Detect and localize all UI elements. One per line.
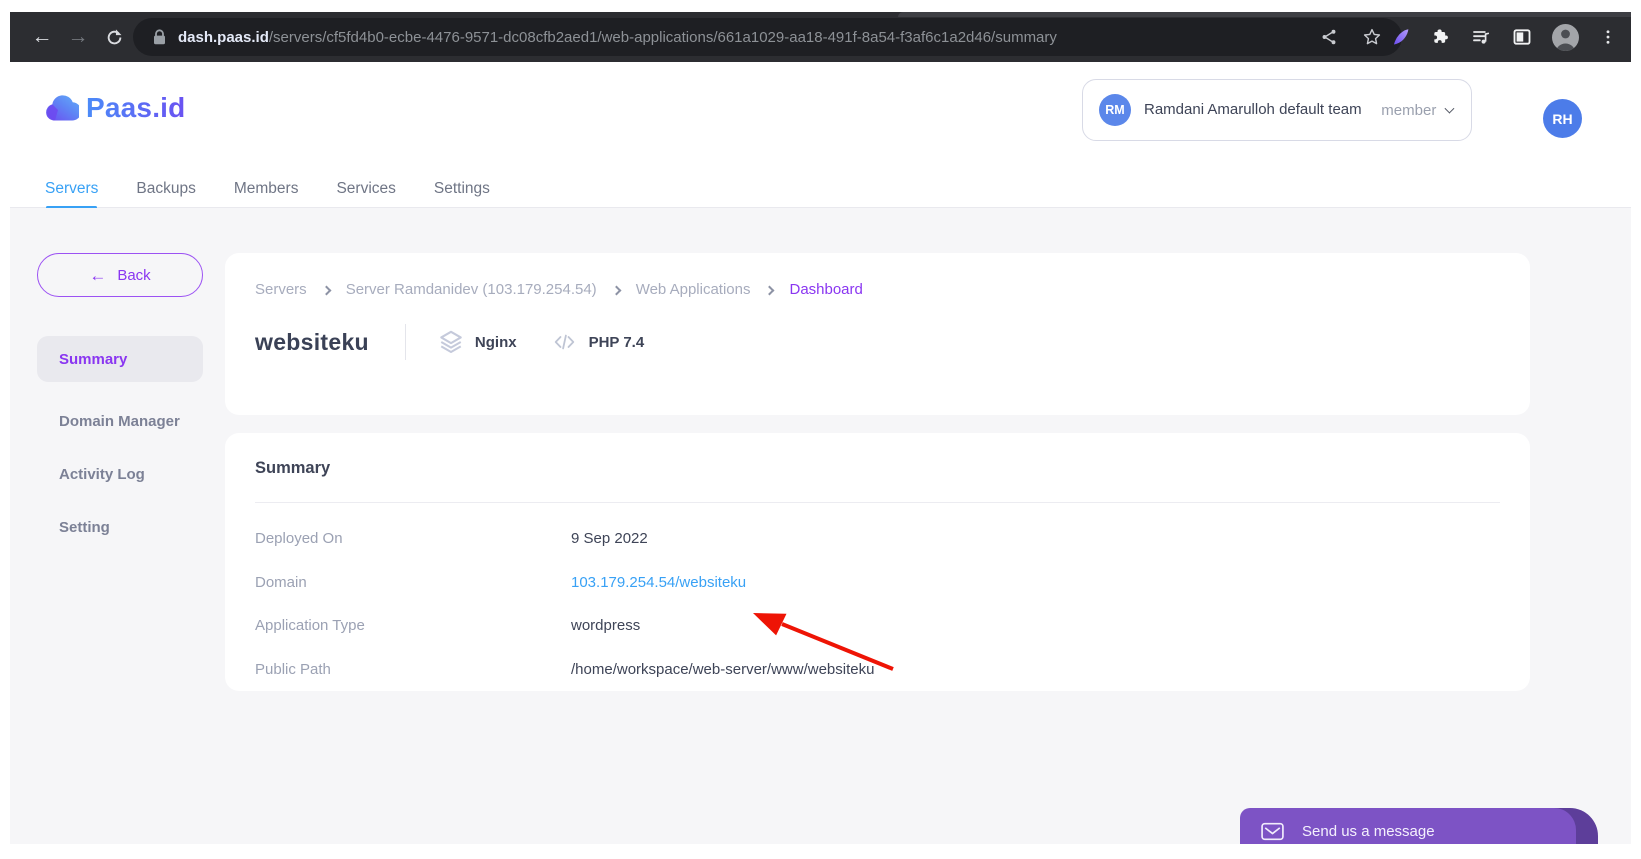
chat-bubble[interactable]: Send us a message [1240,808,1576,844]
row-label: Deployed On [255,530,343,548]
primary-nav-tabs: Servers Backups Members Services Setting… [10,170,1631,209]
web-server-badge: Nginx [438,329,517,355]
browser-profile-avatar[interactable] [1552,23,1579,51]
breadcrumb-web-applications[interactable]: Web Applications [636,281,751,298]
url-host: dash.paas.id [178,28,269,46]
team-role: member [1381,101,1437,119]
sidebar-item-domain-manager[interactable]: Domain Manager [37,398,203,444]
lock-icon [154,29,165,45]
media-controls-icon[interactable] [1471,27,1492,47]
browser-toolbar: ← → dash.paas.id/servers/cf5fd4b0-ecbe-4… [10,12,1631,62]
web-server-label: Nginx [474,333,517,351]
tab-backups[interactable]: Backups [136,170,195,208]
team-selector[interactable]: RM Ramdani Amarulloh default team member [1082,79,1472,141]
address-bar[interactable]: dash.paas.id/servers/cf5fd4b0-ecbe-4476-… [133,18,1402,56]
page-title: websiteku [255,328,369,355]
code-icon [554,334,574,350]
summary-row-public-path: Public Path /home/workspace/web-server/w… [255,648,1500,692]
deployed-on-value: 9 Sep 2022 [571,530,648,548]
bookmark-star-icon[interactable] [1362,27,1382,47]
runtime-badge: PHP 7.4 [551,330,645,354]
back-arrow-icon: ← [89,265,107,285]
sidebar-item-summary[interactable]: Summary [37,336,203,382]
chevron-right-icon [765,285,775,295]
envelope-icon [1261,822,1284,840]
public-path-value: /home/workspace/web-server/www/websiteku [571,660,875,678]
chat-widget[interactable]: Send us a message [1240,808,1598,844]
tab-members[interactable]: Members [234,170,299,208]
domain-link[interactable]: 103.179.254.54/websiteku [571,574,746,591]
row-label: Domain [255,573,307,591]
cloud-logo-icon [46,95,79,121]
sidebar-item-activity-log[interactable]: Activity Log [37,451,203,497]
screenshot-root: { "colors": { "accent_purple": "#8a36f1"… [0,0,1641,859]
browser-menu-kebab-icon[interactable] [1599,27,1617,47]
extensions-puzzle-icon[interactable] [1431,27,1451,47]
row-label: Application Type [255,617,365,635]
layers-icon [440,330,462,353]
summary-row-application-type: Application Type wordpress [255,604,1500,648]
paas-dashboard-page: Paas.id RM Ramdani Amarulloh default tea… [10,62,1631,844]
summary-heading: Summary [255,459,331,477]
chat-label: Send us a message [1302,822,1435,840]
breadcrumb-server-name[interactable]: Server Ramdanidev (103.179.254.54) [346,281,597,298]
runtime-label: PHP 7.4 [588,333,645,351]
summary-card: Summary Deployed On 9 Sep 2022 Domain 10… [225,433,1530,691]
chevron-right-icon [611,285,622,295]
main-content: ← Back Summary Domain Manager Activity L… [10,208,1631,844]
browser-back-icon[interactable]: ← [24,19,60,55]
app-header-card: Servers Server Ramdanidev (103.179.254.5… [225,253,1530,415]
sidebar-item-setting[interactable]: Setting [37,504,203,550]
summary-divider [255,502,1500,503]
browser-forward-icon[interactable]: → [60,19,96,55]
chevron-down-icon [1444,103,1455,114]
browser-reload-icon[interactable] [96,19,132,55]
tab-services[interactable]: Services [336,170,395,208]
breadcrumb-servers[interactable]: Servers [255,281,307,298]
url-path: /servers/cf5fd4b0-ecbe-4476-9571-dc08cfb… [268,28,1057,46]
feather-extension-icon[interactable] [1390,27,1411,48]
url-text: dash.paas.id/servers/cf5fd4b0-ecbe-4476-… [178,29,1306,46]
user-avatar[interactable]: RH [1543,99,1582,138]
reload-icon [107,28,121,44]
team-avatar: RM [1099,94,1131,126]
summary-row-deployed-on: Deployed On 9 Sep 2022 [255,517,1500,561]
omnibox-actions [1320,27,1382,47]
breadcrumb-dashboard: Dashboard [789,281,863,298]
back-button[interactable]: ← Back [37,253,203,297]
side-panel-icon[interactable] [1512,27,1532,47]
tab-servers[interactable]: Servers [45,170,98,209]
tab-settings[interactable]: Settings [434,170,490,208]
team-name: Ramdani Amarulloh default team [1144,100,1362,118]
share-icon[interactable] [1320,28,1338,46]
breadcrumb: Servers Server Ramdanidev (103.179.254.5… [255,281,1500,298]
vertical-divider [404,324,406,360]
profile-person-icon [1556,29,1575,51]
back-button-label: Back [117,266,151,284]
app-title-row: websiteku Nginx PHP 7.4 [255,324,1500,360]
application-type-value: wordpress [571,617,641,635]
row-label: Public Path [255,660,331,678]
summary-row-domain: Domain 103.179.254.54/websiteku [255,561,1500,605]
logo-text: Paas.id [86,92,186,123]
browser-extension-area [1390,12,1623,62]
paas-logo[interactable]: Paas.id [45,92,185,124]
chevron-right-icon [321,285,332,295]
